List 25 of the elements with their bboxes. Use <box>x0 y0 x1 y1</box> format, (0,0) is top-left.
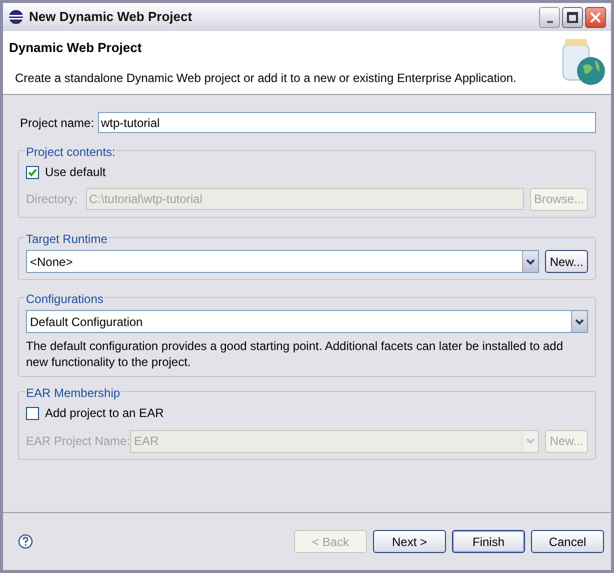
field-label: Directory: <box>26 191 78 208</box>
button[interactable]: Finish <box>452 530 525 553</box>
field-label: Project name: <box>20 114 96 132</box>
app-icon <box>8 9 24 25</box>
button[interactable]: New... <box>545 250 588 273</box>
close-icon <box>590 12 601 22</box>
page-description: Create a standalone Dynamic Web project or add it to a new or existing Enterprise Application. <box>14 70 516 86</box>
project-name-field[interactable]: wtp-tutorial <box>98 112 596 133</box>
button[interactable]: Next > <box>373 530 446 553</box>
checkbox[interactable] <box>26 406 39 420</box>
button[interactable]: Cancel <box>531 530 604 553</box>
field-label: EAR Project Name: <box>26 433 130 450</box>
close-button[interactable] <box>585 6 606 28</box>
checkbox[interactable] <box>26 166 39 178</box>
page-title: Dynamic Web Project <box>9 39 143 57</box>
window-title: New Dynamic Web Project <box>29 8 192 26</box>
configuration-dropdown[interactable]: Default Configuration <box>26 310 588 333</box>
checkbox-label: Add project to an EAR <box>45 405 164 422</box>
configuration-description: The default configuration provides a good starting point. Additional facets can later be installed to add new functionality to the project. <box>26 338 564 370</box>
maximize-button[interactable] <box>562 6 583 28</box>
runtime-dropdown[interactable]: <None> <box>26 250 539 273</box>
check-icon <box>28 168 37 176</box>
minimize-button[interactable] <box>539 6 560 28</box>
help-icon[interactable] <box>18 534 33 549</box>
checkbox-label: Use default <box>45 164 106 181</box>
